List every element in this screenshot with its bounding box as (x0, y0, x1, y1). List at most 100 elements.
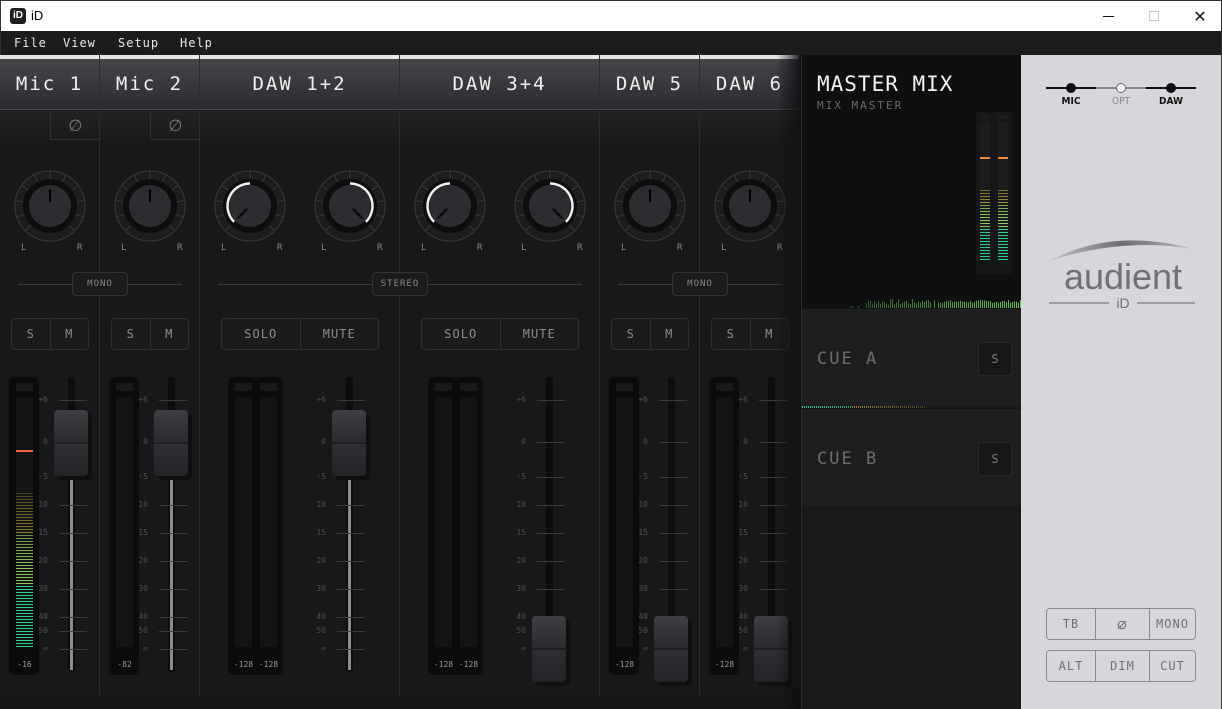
meter-segment (16, 574, 33, 575)
solo-button[interactable]: S (12, 319, 50, 349)
master-meter-channel (980, 122, 990, 260)
meter-segment (998, 229, 1008, 230)
meter-segment (16, 637, 33, 638)
fader-scale-tick (159, 477, 187, 478)
fader-scale-label: 15 (38, 528, 48, 537)
pan-knob[interactable] (112, 168, 188, 244)
pan-knob[interactable] (412, 168, 488, 244)
pan-knob[interactable] (312, 168, 388, 244)
pan-knob[interactable] (212, 168, 288, 244)
source-daw-dot[interactable] (1166, 83, 1176, 93)
meter-clip-indicator (716, 383, 733, 391)
phase-invert-button[interactable]: ∅ (50, 111, 100, 140)
channel-header[interactable]: DAW 5 (600, 59, 699, 110)
mute-button[interactable]: M (49, 319, 89, 349)
pan-right-label: R (577, 243, 583, 253)
alt-button[interactable]: ALT (1047, 651, 1095, 681)
mute-button[interactable]: MUTE (499, 319, 579, 349)
fader-scale-tick (659, 561, 687, 562)
close-button[interactable]: ✕ (1177, 1, 1222, 31)
meter-segment (980, 247, 990, 248)
menu-setup[interactable]: Setup (118, 36, 159, 50)
meter-segment (980, 235, 990, 236)
fader-scale-tick (337, 589, 365, 590)
mono-button[interactable]: MONO (1149, 609, 1195, 639)
channel-name: DAW 3+4 (452, 73, 547, 95)
meter-clip-indicator (16, 383, 33, 391)
phase-icon: ∅ (68, 115, 83, 135)
solo-button[interactable]: SOLO (422, 319, 500, 349)
fader-scale-label: 40 (138, 612, 148, 621)
polarity-button[interactable]: ∅ (1095, 609, 1149, 639)
fader-scale-tick (659, 589, 687, 590)
fader-scale-tick (659, 442, 687, 443)
source-mic-dot[interactable] (1066, 83, 1076, 93)
close-icon: ✕ (1193, 6, 1207, 26)
minimize-button[interactable] (1085, 1, 1131, 31)
cue-a-solo-button[interactable]: S (978, 342, 1012, 376)
fader-scale-tick (337, 400, 365, 401)
fader-scale-tick (159, 589, 187, 590)
meter-segment (998, 235, 1008, 236)
menu-help[interactable]: Help (180, 36, 213, 50)
source-mic-label[interactable]: MIC (1051, 96, 1091, 107)
meter-segment (980, 256, 990, 257)
pan-knob[interactable] (12, 168, 88, 244)
fader-handle[interactable] (532, 616, 566, 682)
meter-segment (16, 550, 33, 551)
solo-button[interactable]: S (612, 319, 650, 349)
maximize-button[interactable] (1131, 1, 1177, 31)
app-icon: iD (10, 8, 26, 24)
meter-segment (998, 214, 1008, 215)
scroll-fade (776, 55, 801, 709)
fader-handle[interactable] (54, 410, 88, 476)
master-peak-marker (980, 157, 990, 160)
cue-b-solo-button[interactable]: S (978, 442, 1012, 476)
dim-button[interactable]: DIM (1095, 651, 1149, 681)
meter-value: -128 (714, 660, 735, 669)
pan-knob[interactable] (512, 168, 588, 244)
meter-segment (980, 205, 990, 206)
fader-handle[interactable] (654, 616, 688, 682)
fader-scale-label: 20 (638, 556, 648, 565)
fader-scale-tick (159, 533, 187, 534)
channel-subbar: ∅ (0, 111, 100, 141)
channel-subbar (400, 111, 599, 141)
cue-b[interactable]: CUE B S (802, 408, 1022, 506)
channel-header[interactable]: DAW 1+2 (200, 59, 399, 110)
menu-file[interactable]: File (14, 36, 47, 50)
solo-button[interactable]: S (712, 319, 750, 349)
source-opt-label[interactable]: OPT (1101, 96, 1141, 107)
channel-header[interactable]: Mic 2 (100, 59, 199, 110)
cut-button[interactable]: CUT (1149, 651, 1195, 681)
fader-scale-label: 30 (38, 584, 48, 593)
fader-scale-tick (59, 533, 87, 534)
pan-right-label: R (177, 243, 183, 253)
solo-button[interactable]: S (112, 319, 150, 349)
fader-handle[interactable] (332, 410, 366, 476)
pan-knob[interactable] (612, 168, 688, 244)
source-opt-dot[interactable] (1116, 83, 1126, 93)
mute-button[interactable]: M (149, 319, 189, 349)
meter-segment (998, 232, 1008, 233)
menu-bar: File View Setup Help (0, 31, 1222, 55)
meter-segment (16, 547, 33, 548)
fader-scale-label: 15 (638, 528, 648, 537)
meter-segment (16, 571, 33, 572)
level-meter: -128 -128 (228, 377, 283, 675)
solo-button[interactable]: SOLO (222, 319, 300, 349)
talkback-button[interactable]: TB (1047, 609, 1095, 639)
fader-scale-label: -5 (738, 472, 748, 481)
mute-button[interactable]: MUTE (299, 319, 379, 349)
phase-invert-button[interactable]: ∅ (150, 111, 200, 140)
menu-view[interactable]: View (63, 36, 96, 50)
master-mix-section[interactable]: MASTER MIX MIX MASTER (802, 55, 1022, 309)
channel-header[interactable]: DAW 3+4 (400, 59, 599, 110)
mute-button[interactable]: M (649, 319, 689, 349)
fader-scale-label: 15 (516, 528, 526, 537)
fader-handle[interactable] (154, 410, 188, 476)
fader-scale-tick (537, 505, 565, 506)
channel-header[interactable]: Mic 1 (0, 59, 99, 110)
cue-a[interactable]: CUE A S (802, 308, 1022, 408)
source-daw-label[interactable]: DAW (1151, 96, 1191, 107)
